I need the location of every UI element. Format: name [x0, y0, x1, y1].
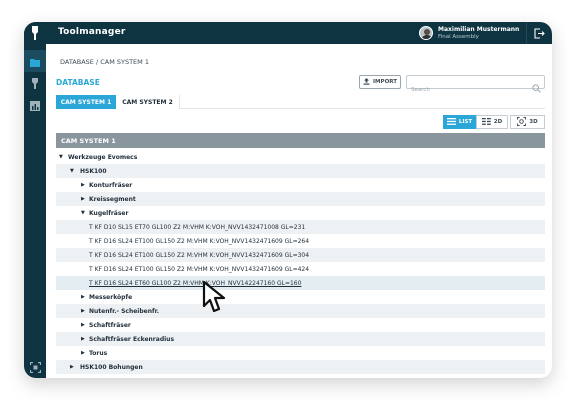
caret-right-icon[interactable]: ▶: [81, 322, 87, 328]
tree-folder-nutenfraser[interactable]: ▶ Nutenfr.- Scheibenfr.: [56, 304, 545, 318]
grid-icon: [481, 117, 491, 127]
avatar[interactable]: [419, 26, 433, 40]
tree-item-label: HSK100: [80, 167, 107, 175]
view-2d-label: 2D: [493, 119, 503, 125]
page-title: DATABASE: [56, 78, 100, 87]
tree-leaf-tool[interactable]: T KF D16 SL24 ET100 GL150 Z2 M:VHM K:VOH…: [56, 248, 545, 262]
tree-item-label: Kreissegment: [89, 195, 136, 203]
tree-item-label: Messerköpfe: [89, 293, 133, 301]
tool-icon: [31, 74, 39, 93]
tree-item-label: T KF D16 SL24 ET100 GL150 Z2 M:VHM K:VOH…: [89, 251, 310, 259]
cube-scan-icon: [517, 116, 527, 128]
caret-right-icon[interactable]: ▶: [70, 364, 76, 370]
tree-folder-hsk100[interactable]: ▼ HSK100: [56, 164, 545, 178]
caret-right-icon[interactable]: ▶: [81, 350, 87, 356]
scan-icon: [29, 358, 41, 377]
tree-folder-schaftfraser-eckenradius[interactable]: ▶ Schaftfräser Eckenradius: [56, 332, 545, 346]
tree-folder-konturfraser[interactable]: ▶ Konturfräser: [56, 178, 545, 192]
tree-folder-kugelfraser[interactable]: ▼ Kugelfräser: [56, 206, 545, 220]
tree-item-label: Nutenfr.- Scheibenfr.: [89, 307, 159, 315]
tree-item-label: Konturfräser: [89, 181, 133, 189]
user-role: Final Assembly: [438, 34, 479, 40]
caret-right-icon[interactable]: ▶: [81, 196, 87, 202]
tree-folder-kreissegment[interactable]: ▶ Kreissegment: [56, 192, 545, 206]
tree-item-label: Schaftfräser: [89, 321, 131, 329]
tree-item-label: T KF D16 SL24 ET60 GL100 Z2 M:VHM K:VOH_…: [89, 279, 302, 287]
tree-item-label: T KF D16 SL24 ET100 GL150 Z2 M:VHM K:VOH…: [89, 237, 310, 245]
upload-icon: [363, 77, 370, 87]
tab-cam-system-2[interactable]: CAM SYSTEM 2: [116, 95, 180, 109]
tree-item-label: Kugelfräser: [89, 209, 129, 217]
tree-leaf-tool[interactable]: T KF D16 SL24 ET100 GL150 Z2 M:VHM K:VOH…: [56, 262, 545, 276]
tree-folder-messerkopfe[interactable]: ▶ Messerköpfe: [56, 290, 545, 304]
sidebar: [24, 22, 46, 378]
sidebar-item-reports[interactable]: [24, 94, 46, 116]
breadcrumb: DATABASE / CAM SYSTEM 1: [60, 58, 149, 66]
sidebar-item-scan[interactable]: [24, 356, 46, 378]
app-logo: [24, 22, 46, 44]
tree-folder-werkzeuge-evomecs[interactable]: ▼ Werkzeuge Evomecs: [56, 150, 545, 164]
tree-folder-schaftfraser[interactable]: ▶ Schaftfräser: [56, 318, 545, 332]
logout-button[interactable]: [526, 22, 552, 44]
list-icon: [446, 117, 456, 127]
tree-item-label: T KF D16 SL24 ET100 GL150 Z2 M:VHM K:VOH…: [89, 265, 310, 273]
tool-tree: ▼ Werkzeuge Evomecs ▼ HSK100 ▶ Konturfrä…: [56, 150, 545, 374]
caret-right-icon[interactable]: ▶: [81, 308, 87, 314]
panel-header: CAM SYSTEM 1: [56, 133, 545, 148]
view-2d-button[interactable]: 2D: [476, 115, 508, 129]
user-name: Maximilian Mustermann: [438, 26, 520, 33]
app-window: Toolmanager Maximilian Mustermann Final …: [24, 22, 552, 378]
view-list-button[interactable]: LIST: [443, 115, 476, 129]
tab-bar: CAM SYSTEM 1 CAM SYSTEM 2: [56, 95, 545, 109]
caret-down-icon[interactable]: ▼: [81, 210, 87, 216]
logout-icon: [534, 24, 545, 43]
caret-right-icon[interactable]: ▶: [81, 182, 87, 188]
tree-leaf-tool-selected[interactable]: T KF D16 SL24 ET60 GL100 Z2 M:VHM K:VOH_…: [56, 276, 545, 290]
view-3d-label: 3D: [529, 119, 538, 125]
caret-down-icon[interactable]: ▼: [59, 154, 65, 160]
app-title: Toolmanager: [58, 27, 126, 37]
import-button[interactable]: IMPORT: [359, 75, 401, 89]
sidebar-item-database[interactable]: [24, 50, 46, 72]
tree-item-label: Schaftfräser Eckenradius: [89, 335, 175, 343]
tree-item-label: HSK100 Bohungen: [80, 363, 143, 371]
sidebar-item-tools[interactable]: [24, 72, 46, 94]
view-list-label: LIST: [458, 119, 473, 125]
mouse-cursor-icon: [202, 280, 228, 318]
tree-item-label: Werkzeuge Evomecs: [68, 153, 138, 161]
caret-down-icon[interactable]: ▼: [70, 168, 76, 174]
folder-icon: [30, 52, 40, 71]
tree-leaf-tool[interactable]: T KF D10 SL15 ET70 GL100 Z2 M:VHM K:VOH_…: [56, 220, 545, 234]
top-bar: Toolmanager Maximilian Mustermann Final …: [46, 22, 552, 44]
chart-icon: [30, 96, 40, 115]
tab-cam-system-1[interactable]: CAM SYSTEM 1: [56, 95, 116, 109]
caret-right-icon[interactable]: ▶: [81, 336, 87, 342]
search-box: [406, 75, 545, 96]
tree-item-label: Torus: [89, 349, 108, 357]
caret-right-icon[interactable]: ▶: [81, 294, 87, 300]
tree-leaf-tool[interactable]: T KF D16 SL24 ET100 GL150 Z2 M:VHM K:VOH…: [56, 234, 545, 248]
tree-folder-hsk100-bohungen[interactable]: ▶ HSK100 Bohungen: [56, 360, 545, 374]
import-label: IMPORT: [373, 79, 397, 85]
view-3d-button[interactable]: 3D: [510, 115, 545, 129]
tree-folder-torus[interactable]: ▶ Torus: [56, 346, 545, 360]
tree-item-label: T KF D10 SL15 ET70 GL100 Z2 M:VHM K:VOH_…: [89, 223, 306, 231]
